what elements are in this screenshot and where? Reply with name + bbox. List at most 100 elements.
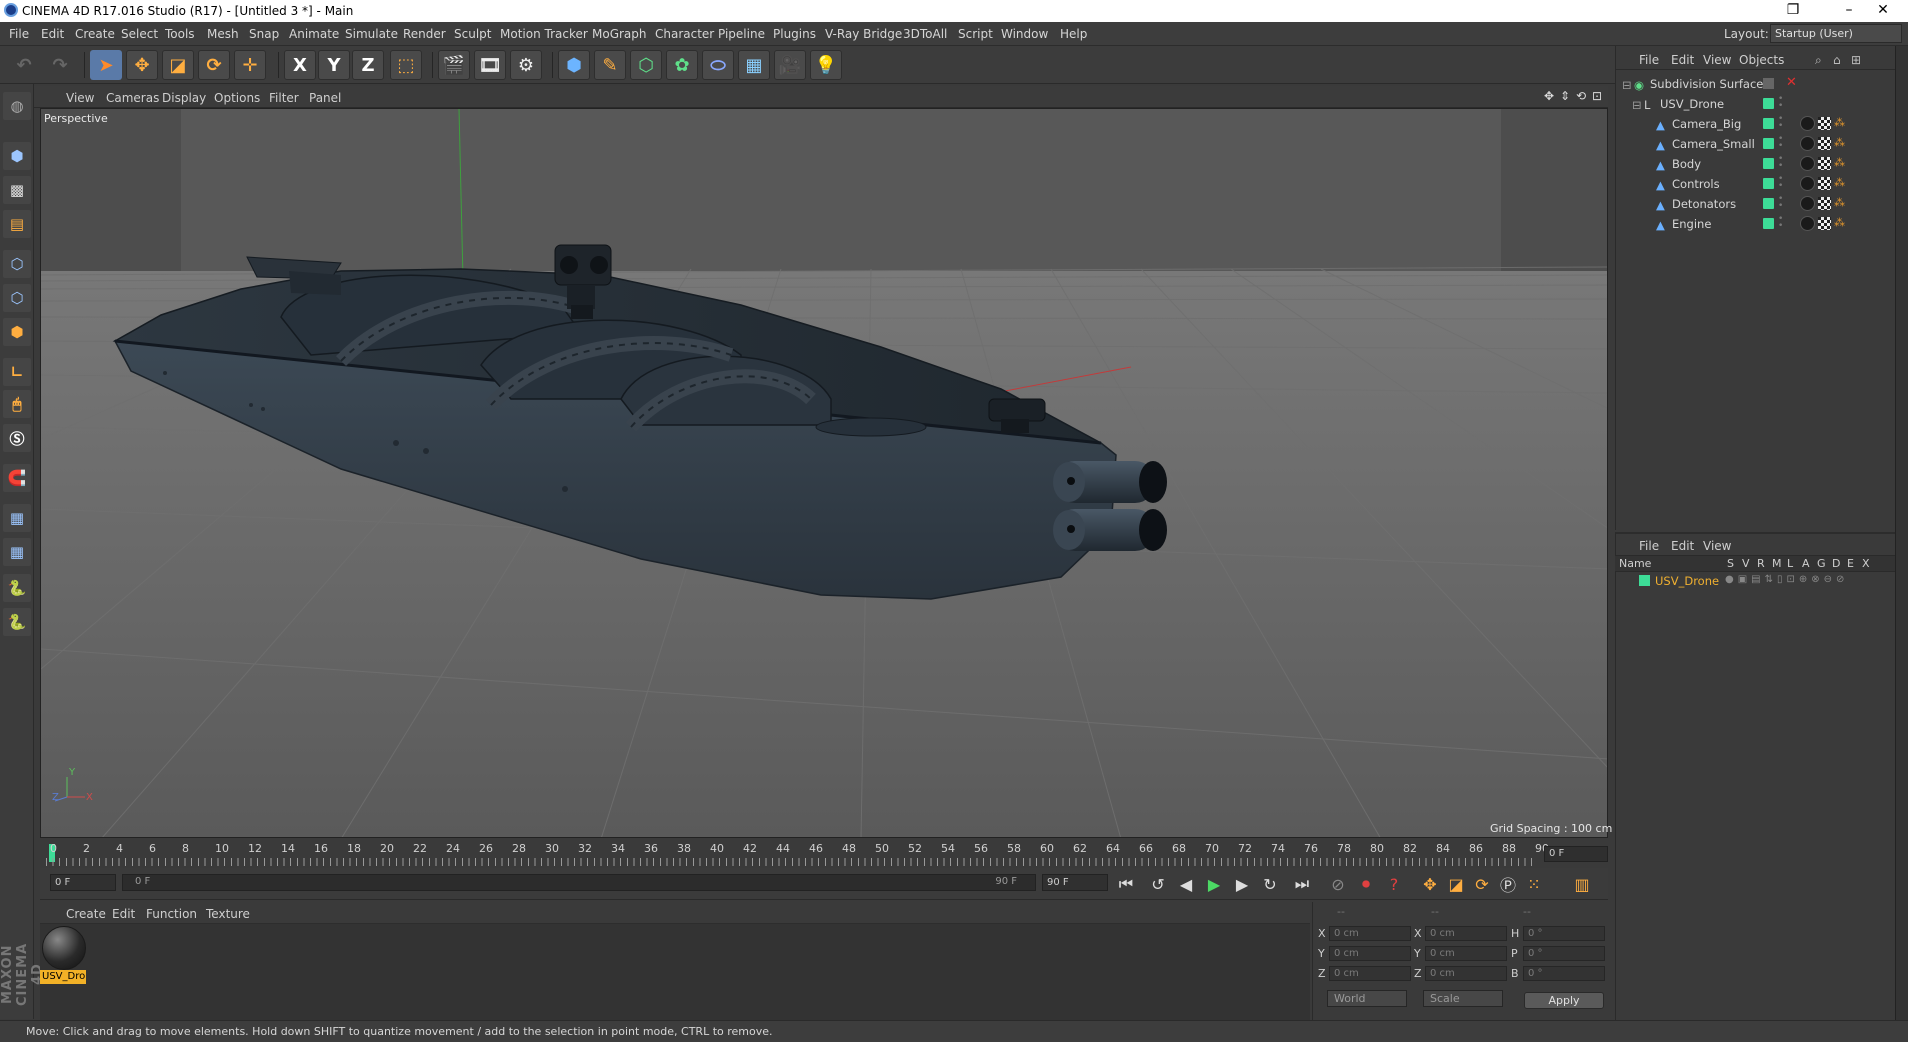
previous-frame-icon[interactable]: ◀	[1174, 872, 1198, 896]
objmgr-menu-objects[interactable]: Objects	[1739, 53, 1784, 67]
objmgr-menu-view[interactable]: View	[1703, 53, 1731, 67]
coord-pos-z-field[interactable]: 0 cm	[1329, 966, 1411, 981]
model-mode-icon[interactable]: ⬢	[3, 142, 31, 170]
selection-tag-icon[interactable]: ⁂	[1834, 116, 1848, 130]
layer-row-usv-drone[interactable]: USV_Drone ●▣▤⇅▯⊡⊕⊗⊖⊘	[1615, 572, 1895, 590]
viewport-maximize-icon[interactable]: ⊡	[1592, 89, 1602, 103]
viewport-menu-cameras[interactable]: Cameras	[106, 91, 159, 105]
coord-pos-x-field[interactable]: 0 cm	[1329, 926, 1411, 941]
menu-mesh[interactable]: Mesh	[207, 27, 239, 41]
subdivision-surface-icon[interactable]: ⬡	[630, 50, 662, 80]
visibility-dots[interactable]: • •	[1778, 155, 1783, 171]
menu-vray-bridge[interactable]: V-Ray Bridge	[825, 27, 902, 41]
make-editable-icon[interactable]: ◍	[3, 92, 31, 120]
menu-select[interactable]: Select	[121, 27, 158, 41]
layer-swatch[interactable]	[1763, 138, 1774, 149]
layer-swatch[interactable]	[1763, 178, 1774, 189]
pen-spline-icon[interactable]: ✎	[594, 50, 626, 80]
end-frame-field[interactable]: 90 F	[1042, 874, 1108, 891]
key-scale-icon[interactable]: ◪	[1444, 872, 1468, 896]
coord-mode-select[interactable]: Scale	[1423, 990, 1503, 1007]
z-axis-lock-button[interactable]: Z	[352, 50, 384, 80]
material-tag-icon[interactable]	[1800, 156, 1815, 171]
viewport-menu-filter[interactable]: Filter	[269, 91, 299, 105]
menu-mograph[interactable]: MoGraph	[592, 27, 647, 41]
previous-key-icon[interactable]: ↺	[1146, 872, 1170, 896]
texture-mode-icon[interactable]: ▩	[3, 176, 31, 204]
selection-tag-icon[interactable]: ⁂	[1834, 196, 1848, 210]
menu-character[interactable]: Character	[655, 27, 714, 41]
object-row-camera-big[interactable]: ▲ Camera_Big • • ⁂	[1618, 114, 1890, 134]
selection-tag-icon[interactable]: ⁂	[1834, 136, 1848, 150]
scale-tool-icon[interactable]: ◪	[162, 50, 194, 80]
coord-size-x-field[interactable]: 0 cm	[1425, 926, 1507, 941]
material-tag-icon[interactable]	[1800, 196, 1815, 211]
menu-tools[interactable]: Tools	[165, 27, 195, 41]
objmgr-home-icon[interactable]: ⌂	[1833, 53, 1841, 67]
layer-menu-view[interactable]: View	[1703, 539, 1731, 553]
menu-animate[interactable]: Animate	[289, 27, 339, 41]
viewport-rotate-icon[interactable]: ⟲	[1576, 89, 1586, 103]
coord-space-select[interactable]: World	[1327, 990, 1407, 1007]
snap-icon[interactable]: Ⓢ	[3, 424, 31, 452]
menu-3dtoall[interactable]: 3DToAll	[903, 27, 947, 41]
camera-object-icon[interactable]: 🎥	[774, 50, 806, 80]
planar-workplane-icon[interactable]: ▦	[3, 538, 31, 566]
material-name-label[interactable]: USV_Drone	[40, 970, 86, 984]
objmgr-search-icon[interactable]: ⌕	[1815, 53, 1822, 68]
object-row-controls[interactable]: ▲ Controls • • ⁂	[1618, 174, 1890, 194]
close-button[interactable]: ✕	[1860, 0, 1906, 22]
play-icon[interactable]: ▶	[1202, 872, 1226, 896]
objmgr-new-window-icon[interactable]: ⊞	[1851, 53, 1861, 67]
go-to-start-icon[interactable]: ⏮	[1114, 872, 1138, 896]
visibility-dots[interactable]: • •	[1778, 115, 1783, 131]
coordinate-system-icon[interactable]: ⬚	[390, 50, 422, 80]
menu-script[interactable]: Script	[958, 27, 993, 41]
tweak-mode-icon[interactable]: 🖱	[3, 390, 31, 418]
rotate-tool-icon[interactable]: ⟳	[198, 50, 230, 80]
visibility-dots[interactable]: • •	[1778, 135, 1783, 151]
cube-primitive-icon[interactable]: ⬢	[558, 50, 590, 80]
material-tag-icon[interactable]	[1800, 136, 1815, 151]
material-tag-icon[interactable]	[1800, 116, 1815, 131]
apply-button[interactable]: Apply	[1524, 992, 1604, 1009]
layout-select[interactable]: Startup (User)	[1770, 24, 1902, 43]
viewport-menu-panel[interactable]: Panel	[309, 91, 341, 105]
axis-mode-icon[interactable]: ∟	[3, 358, 31, 386]
current-frame-field[interactable]: 0 F	[1544, 846, 1608, 862]
points-mode-icon[interactable]: ⬡	[3, 250, 31, 278]
panel-tabs-strip[interactable]	[1895, 46, 1908, 1020]
key-pla-icon[interactable]: ⁙	[1522, 872, 1546, 896]
object-row-usv-drone[interactable]: ⊟ L USV_Drone • •	[1618, 94, 1890, 114]
object-row-body[interactable]: ▲ Body • • ⁂	[1618, 154, 1890, 174]
layer-toggle-icons[interactable]: ●▣▤⇅▯⊡⊕⊗⊖⊘	[1725, 574, 1848, 585]
visibility-dots[interactable]: • •	[1778, 95, 1783, 111]
python-script-2-icon[interactable]: 🐍	[3, 608, 31, 636]
y-axis-lock-button[interactable]: Y	[318, 50, 350, 80]
keyframe-selection-icon[interactable]: ?	[1382, 872, 1406, 896]
move-tool-icon[interactable]: ✥	[126, 50, 158, 80]
key-rotation-icon[interactable]: ⟳	[1470, 872, 1494, 896]
layer-color-swatch[interactable]	[1639, 575, 1650, 586]
coord-size-y-field[interactable]: 0 cm	[1425, 946, 1507, 961]
python-script-icon[interactable]: 🐍	[3, 574, 31, 602]
floor-scene-icon[interactable]: ▦	[738, 50, 770, 80]
object-row-detonators[interactable]: ▲ Detonators • • ⁂	[1618, 194, 1890, 214]
layer-swatch[interactable]	[1763, 118, 1774, 129]
key-parameter-icon[interactable]: Ⓟ	[1496, 872, 1520, 896]
selection-tag-icon[interactable]: ⁂	[1834, 176, 1848, 190]
layer-menu-file[interactable]: File	[1639, 539, 1659, 553]
layer-swatch[interactable]	[1763, 98, 1774, 109]
layer-menu-edit[interactable]: Edit	[1671, 539, 1694, 553]
live-selection-icon[interactable]: ➤	[90, 50, 122, 80]
objmgr-menu-edit[interactable]: Edit	[1671, 53, 1694, 67]
layer-swatch[interactable]	[1763, 78, 1774, 89]
objmgr-menu-file[interactable]: File	[1639, 53, 1659, 67]
redo-icon[interactable]: ↷	[44, 50, 76, 80]
viewport-zoom-icon[interactable]: ⇕	[1560, 89, 1570, 103]
next-frame-icon[interactable]: ▶	[1230, 872, 1254, 896]
layer-swatch[interactable]	[1763, 218, 1774, 229]
material-menu-function[interactable]: Function	[146, 907, 197, 921]
menu-sculpt[interactable]: Sculpt	[454, 27, 491, 41]
deformer-icon[interactable]: ⬭	[702, 50, 734, 80]
